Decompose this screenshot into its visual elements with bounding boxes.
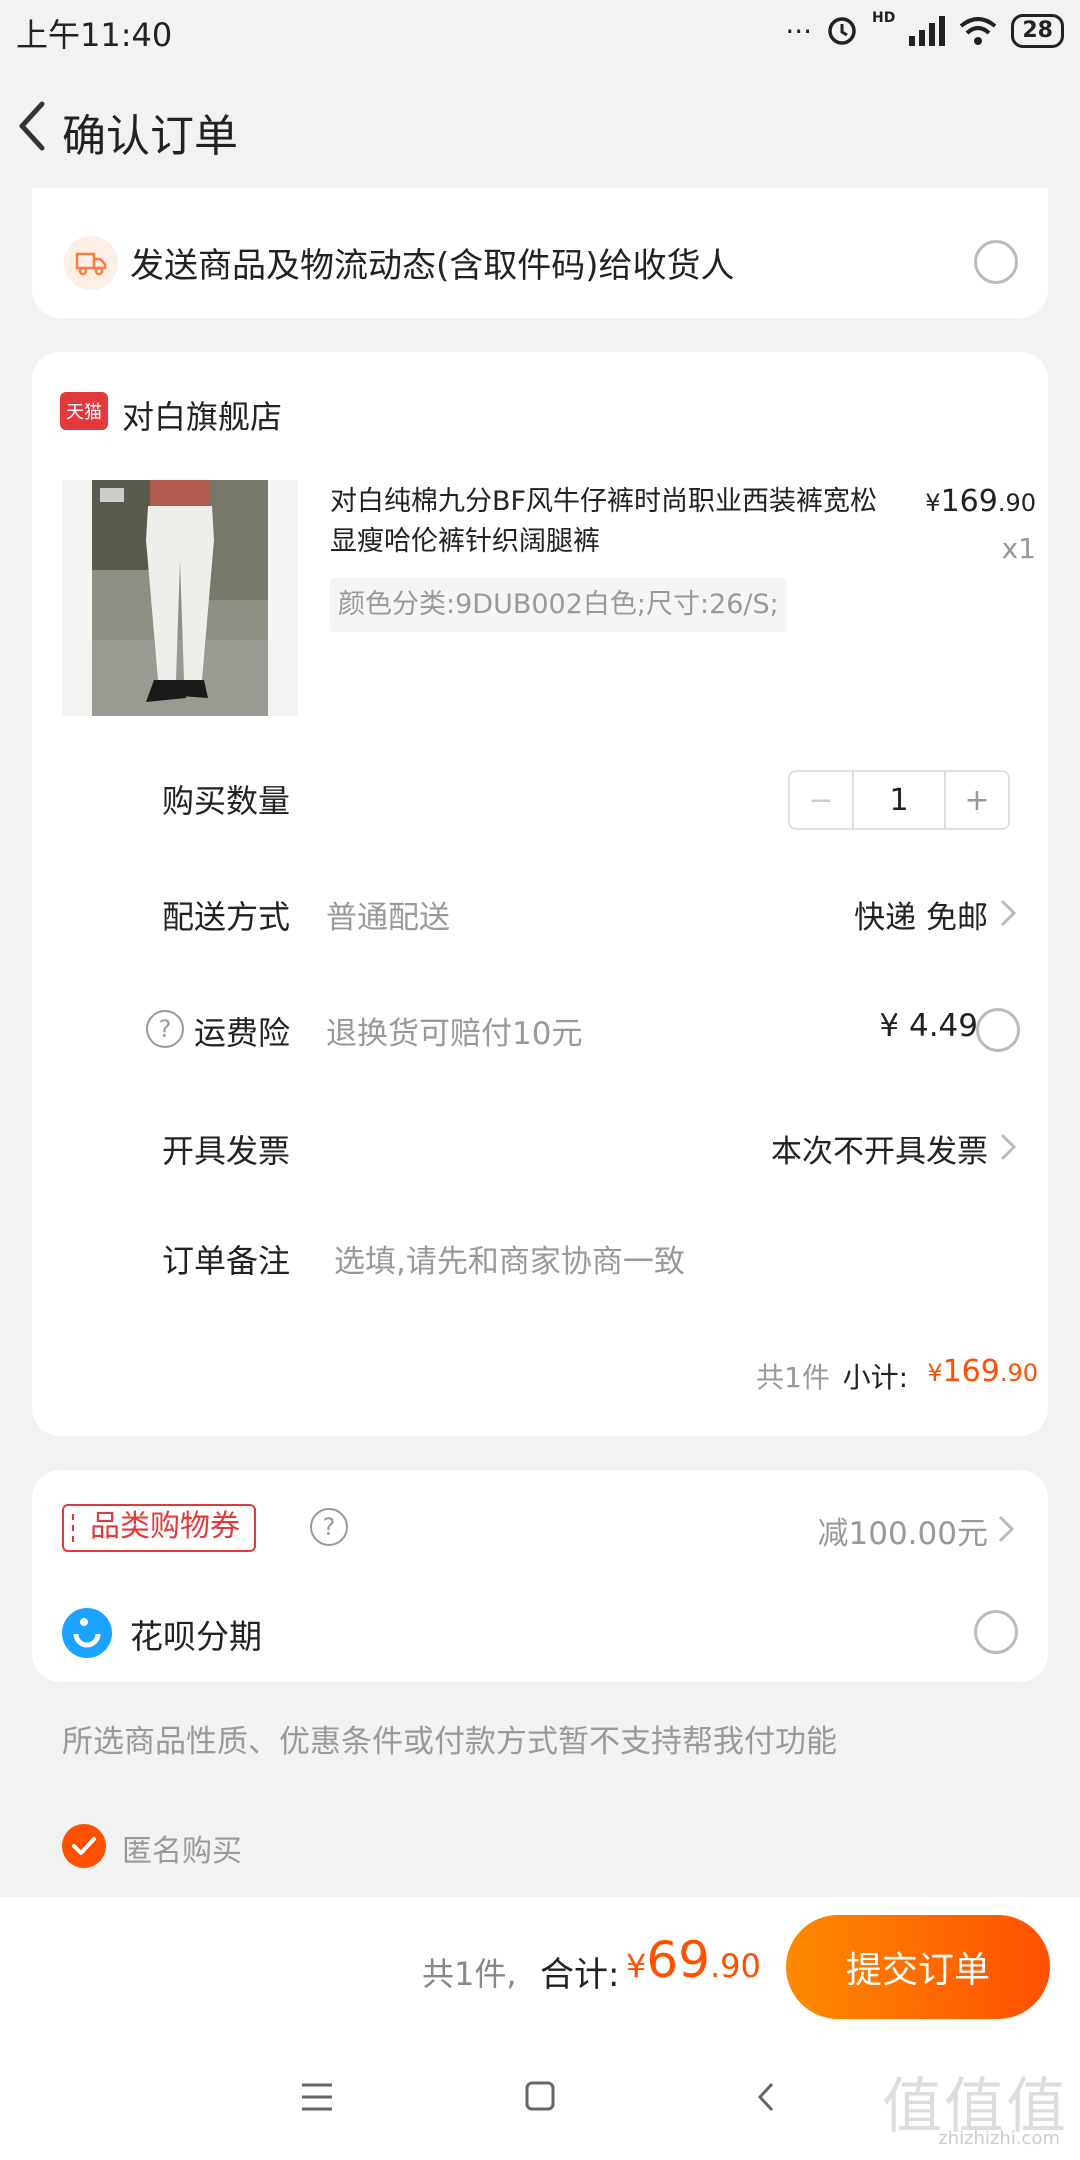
insurance-price: ¥ 4.49: [879, 1008, 978, 1044]
delivery-value[interactable]: 快递 免邮: [854, 892, 988, 937]
back-button[interactable]: [8, 96, 58, 156]
total-label: 合计:: [540, 1955, 620, 1995]
anonymous-label: 匿名购买: [122, 1834, 242, 1869]
subtotal-count: 共1件: [756, 1361, 830, 1394]
status-bar: 上午11:40 ··· HD 28: [0, 0, 1080, 64]
product-image[interactable]: [62, 480, 298, 716]
coupon-card: 品类购物券 ? 减100.00元 花呗分期: [32, 1470, 1048, 1682]
increase-button[interactable]: +: [944, 772, 1008, 828]
total-price: ¥69.90: [626, 1931, 761, 1989]
alarm-icon: [828, 17, 856, 45]
help-icon[interactable]: ?: [146, 1010, 184, 1048]
insurance-label: 运费险: [194, 1014, 291, 1052]
more-dots-icon: ···: [785, 14, 813, 48]
coupon-tag: 品类购物券: [62, 1504, 256, 1552]
home-icon[interactable]: [524, 2080, 556, 2112]
checkout-bar: 共1件, 合计: ¥69.90 提交订单: [0, 1896, 1080, 2036]
chevron-right-icon[interactable]: [994, 1512, 1018, 1546]
coupon-discount[interactable]: 减100.00元: [818, 1508, 988, 1553]
quantity-value[interactable]: 1: [854, 772, 944, 828]
status-icons: ··· HD 28: [785, 10, 1064, 52]
truck-icon: [64, 236, 118, 290]
notify-label: 发送商品及物流动态(含取件码)给收货人: [130, 246, 735, 286]
product-price: ¥169.90: [925, 484, 1036, 519]
tmall-logo: 天猫: [60, 392, 108, 430]
chevron-right-icon[interactable]: [996, 1130, 1020, 1164]
shop-name[interactable]: 对白旗舰店: [122, 392, 282, 438]
total-count: 共1件,: [422, 1955, 517, 1993]
back-nav-icon[interactable]: [754, 2080, 778, 2114]
huabei-label: 花呗分期: [130, 1617, 262, 1656]
shop-card: 天猫 对白旗舰店 对白纯棉九分BF风牛仔裤时尚职业西装裤宽松显瘦哈伦裤针织阔腿裤…: [32, 352, 1048, 1436]
delivery-label: 配送方式: [162, 898, 291, 936]
subtotal-value: ¥169.90: [927, 1354, 1038, 1389]
notify-card: 发送商品及物流动态(含取件码)给收货人: [32, 188, 1048, 318]
product-quantity: x1: [1001, 532, 1036, 565]
hd-label: HD: [872, 10, 896, 26]
remark-input[interactable]: 选填,请先和商家协商一致: [334, 1236, 685, 1281]
invoice-value[interactable]: 本次不开具发票: [771, 1126, 988, 1171]
submit-order-button[interactable]: 提交订单: [786, 1915, 1050, 2019]
product-sku[interactable]: 颜色分类:9DUB002白色;尺寸:26/S;: [330, 578, 787, 632]
remark-label: 订单备注: [162, 1242, 291, 1280]
quantity-stepper: − 1 +: [788, 770, 1010, 830]
payment-note: 所选商品性质、优惠条件或付款方式暂不支持帮我付功能: [62, 1724, 837, 1760]
invoice-label: 开具发票: [162, 1132, 291, 1170]
wifi-icon: [960, 17, 997, 45]
quantity-label: 购买数量: [162, 782, 291, 820]
help-icon[interactable]: ?: [310, 1508, 348, 1546]
menu-icon[interactable]: [300, 2082, 334, 2112]
insurance-sub: 退换货可赔付10元: [326, 1016, 583, 1052]
product-title[interactable]: 对白纯棉九分BF风牛仔裤时尚职业西装裤宽松显瘦哈伦裤针织阔腿裤: [330, 482, 900, 562]
signal-icon: [909, 16, 946, 46]
huabei-icon: [62, 1608, 112, 1658]
chevron-right-icon[interactable]: [996, 896, 1020, 930]
page-title: 确认订单: [62, 111, 238, 162]
notify-radio[interactable]: [974, 240, 1018, 284]
watermark-url: zhizhizhi.com: [938, 2128, 1060, 2149]
anonymous-checkbox[interactable]: [62, 1824, 106, 1868]
huabei-radio[interactable]: [974, 1610, 1018, 1654]
delivery-sub: 普通配送: [326, 900, 450, 936]
insurance-radio[interactable]: [976, 1008, 1020, 1052]
battery-indicator: 28: [1011, 14, 1064, 48]
status-time: 上午11:40: [16, 16, 173, 54]
subtotal-label: 小计:: [842, 1361, 908, 1394]
decrease-button[interactable]: −: [790, 772, 854, 828]
